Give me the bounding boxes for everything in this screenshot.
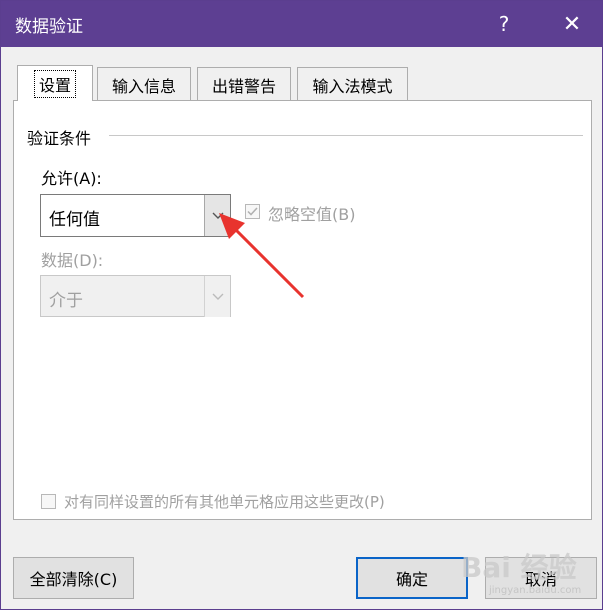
tab-settings[interactable]: 设置	[17, 65, 93, 101]
allow-dropdown[interactable]: 任何值	[40, 194, 231, 237]
tab-ime-mode-label: 输入法模式	[312, 76, 393, 96]
close-button[interactable]: ✕	[549, 1, 595, 47]
tab-error-alert-label: 出错警告	[211, 76, 276, 96]
chevron-down-icon	[212, 289, 224, 305]
ignore-blank-label: 忽略空值(B)	[268, 205, 356, 224]
clear-all-button[interactable]: 全部清除(C)	[13, 557, 134, 599]
data-label: 数据(D):	[41, 251, 104, 270]
close-icon: ✕	[562, 11, 582, 37]
cancel-button[interactable]: 取消	[485, 557, 597, 599]
help-icon: ?	[498, 12, 510, 36]
allow-label: 允许(A):	[41, 169, 102, 188]
ignore-blank-checkbox[interactable]	[245, 204, 260, 219]
tab-input-message[interactable]: 输入信息	[97, 67, 191, 101]
apply-to-all-label: 对有同样设置的所有其他单元格应用这些更改(P)	[64, 493, 385, 511]
tab-input-message-label: 输入信息	[111, 76, 176, 96]
settings-panel: 验证条件 允许(A): 任何值 忽略空值(B) 数据(D): 介于 对有同样设置…	[13, 100, 592, 520]
data-dropdown: 介于	[40, 275, 231, 317]
data-validation-dialog: 数据验证 ? ✕ 设置 输入信息 出错警告 输入法模式 验证条件 允许(A): …	[0, 0, 603, 610]
tab-settings-label: 设置	[33, 69, 76, 98]
ok-button[interactable]: 确定	[356, 557, 468, 599]
chevron-down-icon	[212, 208, 224, 224]
data-dropdown-button	[204, 276, 230, 317]
group-divider	[109, 135, 583, 136]
title-bar: 数据验证 ? ✕	[1, 1, 602, 47]
validation-criteria-label: 验证条件	[27, 129, 92, 148]
apply-to-all-checkbox	[41, 494, 56, 509]
tab-ime-mode[interactable]: 输入法模式	[297, 67, 408, 101]
help-button[interactable]: ?	[481, 1, 527, 47]
allow-dropdown-button[interactable]	[204, 195, 230, 236]
checkmark-icon	[247, 206, 258, 218]
tab-error-alert[interactable]: 出错警告	[197, 67, 291, 101]
window-title: 数据验证	[15, 17, 83, 37]
data-dropdown-value: 介于	[49, 291, 83, 311]
allow-dropdown-value: 任何值	[49, 210, 100, 230]
